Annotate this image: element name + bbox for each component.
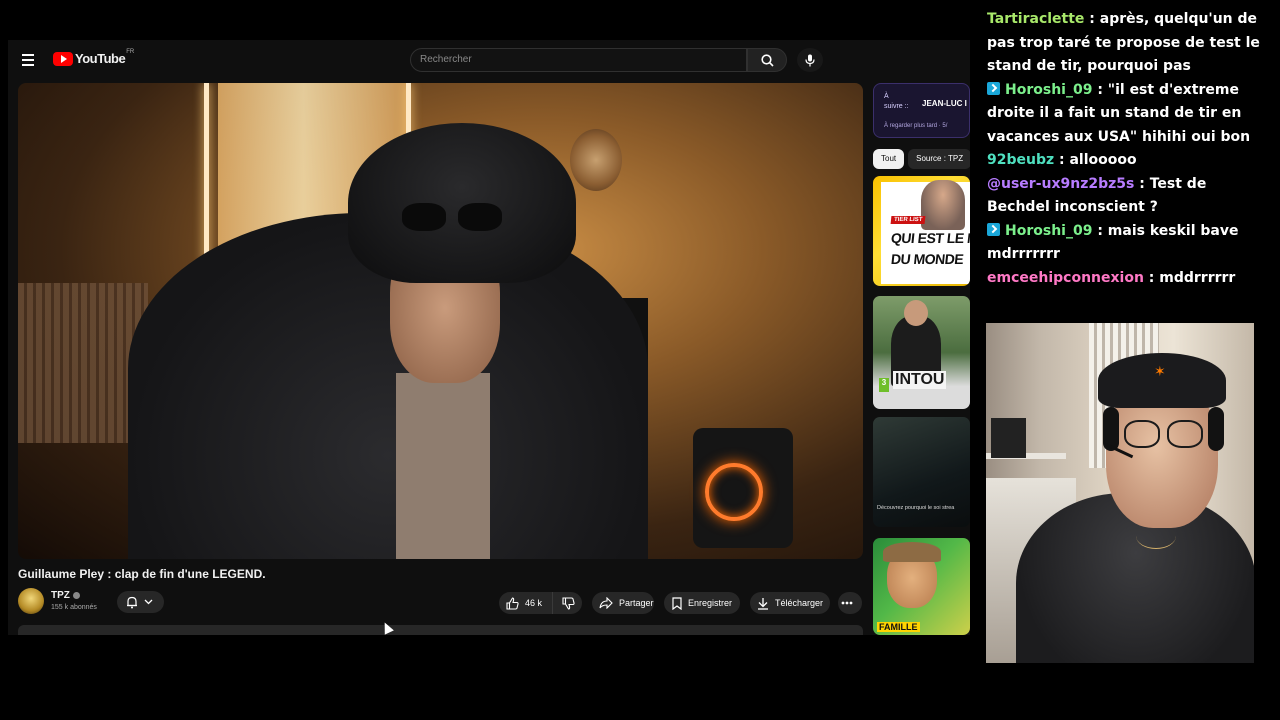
chat-message-text: : mddrrrrrr [1143,269,1236,286]
thumbs-up-icon [506,596,519,610]
notification-bell-button[interactable] [117,591,164,613]
chat-username[interactable]: Horoshi_09 [1005,223,1092,239]
chat-message: Horoshi_09 : mais keskil bave mdrrrrrrr [987,220,1262,267]
thumbnail-text: INTOU [893,371,947,389]
search-icon [760,53,774,67]
share-label: Partager [619,598,654,608]
webcam-feed: ✶ [986,323,1254,663]
age-rating-badge: 3 [879,378,889,392]
download-label: Télécharger [775,598,824,608]
up-next-label: À [884,93,889,100]
video-player[interactable] [18,83,863,559]
chat-message: Tartiraclette : après, quelqu'un de pas … [987,8,1262,79]
prime-badge-icon [987,222,1000,236]
headset-icon [1208,407,1224,451]
chat-message: 92beubz : allooooo [987,149,1262,173]
chat-message-text: : allooooo [1054,152,1137,168]
recommended-video-thumbnail[interactable]: 3 INTOU [873,296,970,409]
thumbnail-figure-head [904,300,928,326]
up-next-label-2: suivre :: [884,103,909,110]
chip-all[interactable]: Tout [873,149,905,169]
logo-region: FR [126,48,135,55]
up-next-later: À regarder plus tard · 5/ [884,123,948,129]
channel-name-text: TPZ [51,590,70,601]
thumbnail-text: QUI EST LE ME [890,230,970,246]
recommended-video-thumbnail[interactable]: FAMILLE [873,538,970,635]
bookmark-icon [672,596,682,610]
chat-message: @user-ux9nz2bz5s : Test de Bechdel incon… [987,173,1262,220]
youtube-topbar: YouTube FR Rechercher [8,40,970,80]
save-button[interactable]: Enregistrer [664,592,740,614]
youtube-logo[interactable]: YouTube FR [53,48,135,66]
more-actions-button[interactable] [838,592,862,614]
save-label: Enregistrer [688,598,733,608]
video-frame-clock [570,129,622,191]
cap-logo-icon: ✶ [1154,363,1166,379]
chat-username[interactable]: 92beubz [987,152,1054,168]
video-frame-speaker-light [705,463,763,521]
filter-chips: Tout Source : TPZ [873,148,970,169]
subscriber-count: 155 k abonnés [51,604,97,611]
description-box[interactable] [18,625,863,635]
thumbs-down-icon [562,596,575,610]
like-button[interactable]: 46 k [499,592,552,614]
video-frame-shirt [396,373,490,559]
chat-username[interactable]: Horoshi_09 [1005,82,1092,98]
youtube-window: YouTube FR Rechercher À suivre :: JEAN-L… [8,40,970,635]
stream-chat: Tartiraclette : après, quelqu'un de pas … [980,8,1280,290]
download-icon [758,597,768,610]
youtube-play-icon [53,51,73,66]
logo-text: YouTube [75,51,126,66]
up-next-channel: JEAN-LUC I [922,99,967,108]
thumbnail-cap [883,542,941,562]
microphone-icon [805,54,815,66]
more-horizontal-icon [841,601,853,605]
share-button[interactable]: Partager [592,592,654,614]
recommended-video-thumbnail[interactable]: TIER LIST QUI EST LE ME DU MONDE [873,176,970,286]
search-input[interactable]: Rechercher [410,48,747,72]
chevron-down-icon [144,599,153,605]
chat-username[interactable]: emceehipconnexion [987,270,1144,286]
share-icon [599,597,613,609]
thumbnail-figure [921,180,965,230]
like-count: 46 k [525,598,543,608]
video-title: Guillaume Pley : clap de fin d'une LEGEN… [18,567,266,581]
chat-username[interactable]: @user-ux9nz2bz5s [987,176,1134,192]
chip-source[interactable]: Source : TPZ [908,149,970,169]
webcam-glasses [1121,420,1206,448]
up-next-card[interactable]: À suivre :: JEAN-LUC I À regarder plus t… [873,83,970,138]
prime-badge-icon [987,81,1000,95]
chat-message: emceehipconnexion : mddrrrrrr [987,267,1262,291]
dislike-button[interactable] [552,592,582,614]
thumbnail-text: Découvrez pourquoi le soi strea [877,505,955,511]
bell-icon [127,596,137,608]
recommended-video-thumbnail[interactable]: Découvrez pourquoi le soi strea [873,417,970,527]
voice-search-button[interactable] [797,48,823,72]
chat-username[interactable]: Tartiraclette [987,11,1084,27]
verified-icon [72,591,80,599]
download-button[interactable]: Télécharger [750,592,830,614]
thumbnail-tag: TIER LIST [890,216,926,224]
search-button[interactable] [747,48,787,72]
thumbnail-text: FAMILLE [877,622,920,632]
video-frame-light [204,83,209,263]
video-frame-sunglasses [398,203,508,233]
channel-avatar[interactable] [18,588,44,614]
webcam-monitor [991,418,1026,458]
channel-name[interactable]: TPZ [51,590,80,601]
chat-message: Horoshi_09 : "il est d'extreme droite il… [987,79,1262,150]
thumbnail-text: DU MONDE [890,251,965,267]
menu-icon[interactable] [22,52,40,68]
